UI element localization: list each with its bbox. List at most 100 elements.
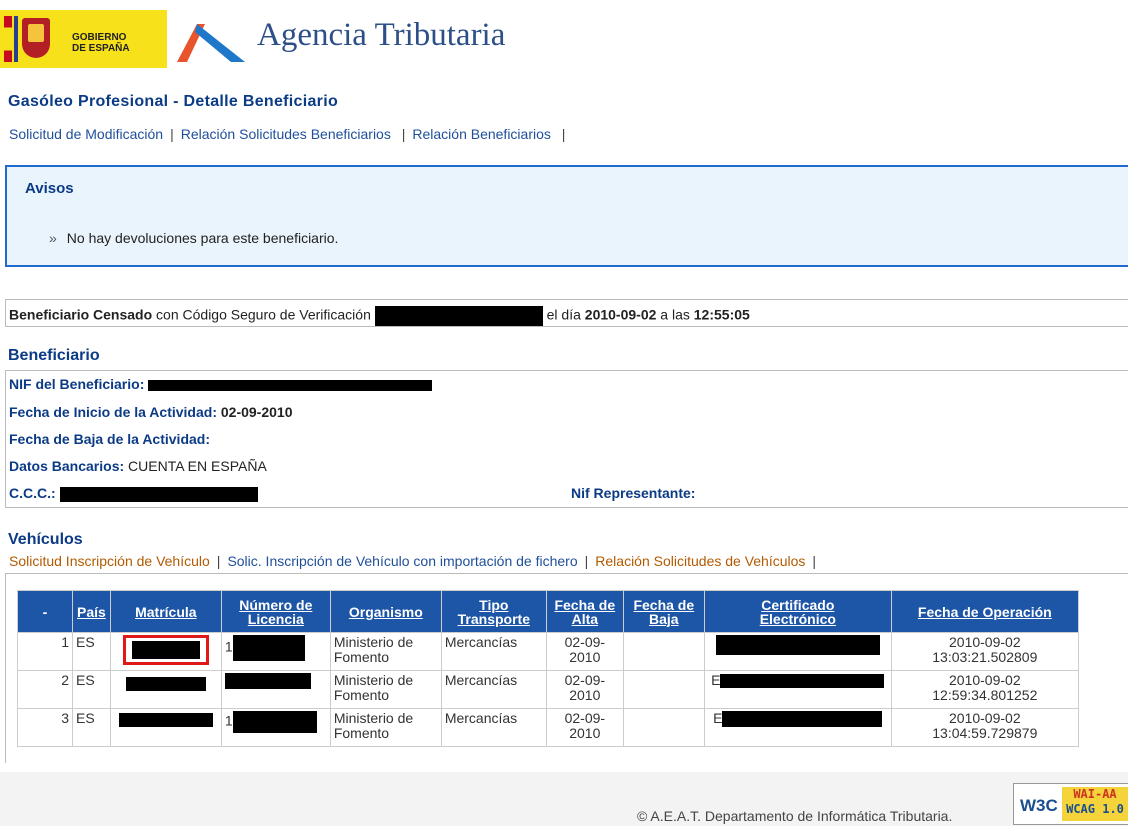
redacted-licencia bbox=[224, 673, 311, 690]
link-relacion-solicitudes-beneficiarios[interactable]: Relación Solicitudes Beneficiarios bbox=[181, 126, 391, 142]
organismo-line1: Ministerio de bbox=[333, 672, 414, 688]
redacted-matricula bbox=[131, 641, 200, 659]
redacted-certificado bbox=[722, 711, 883, 728]
cell-fecha-operacion: 2010-09-02 12:59:34.801252 bbox=[890, 670, 1079, 709]
link-solicitud-inscripcion-vehiculo[interactable]: Solicitud Inscripción de Vehículo bbox=[9, 553, 210, 569]
gov-line-2: DE ESPAÑA bbox=[72, 43, 130, 54]
agencia-tributaria-logo-icon[interactable] bbox=[175, 18, 247, 66]
link-solic-inscripcion-importacion[interactable]: Solic. Inscripción de Vehículo con impor… bbox=[227, 553, 577, 569]
alta-line2: 2010 bbox=[569, 649, 601, 665]
highlight-marker bbox=[122, 635, 209, 665]
nif-label: NIF del Beneficiario: bbox=[9, 376, 145, 392]
cell-tipo: Mercancías bbox=[440, 670, 547, 709]
cert-prefix: E bbox=[711, 672, 721, 688]
operacion-date: 2010-09-02 bbox=[949, 672, 1021, 688]
operacion-time: 12:59:34.801252 bbox=[932, 687, 1038, 703]
agency-title[interactable]: Agencia Tributaria bbox=[257, 17, 505, 54]
cell-certificado: E bbox=[703, 708, 892, 747]
col-fecha-baja[interactable]: Fecha de Baja bbox=[622, 590, 705, 633]
cell-certificado bbox=[703, 632, 892, 671]
cell-index: 1 bbox=[17, 632, 73, 671]
representante-field: Nif Representante: bbox=[571, 485, 695, 501]
wai-aa-badge[interactable]: W3C WAI-AA WCAG 1.0 bbox=[1013, 783, 1128, 825]
page-title: Gasóleo Profesional - Detalle Beneficiar… bbox=[8, 93, 339, 110]
cell-licencia: 1 bbox=[220, 708, 331, 747]
col-organismo[interactable]: Organismo bbox=[329, 590, 442, 633]
inicio-field: Fecha de Inicio de la Actividad: 02-09-2… bbox=[9, 404, 293, 420]
cert-prefix: E bbox=[713, 710, 723, 726]
alta-line1: 02-09- bbox=[564, 634, 606, 650]
redacted-licencia bbox=[232, 635, 305, 661]
col-cert-line2: Electrónico bbox=[759, 610, 836, 627]
alta-line1: 02-09- bbox=[564, 710, 606, 726]
separator: | bbox=[584, 553, 589, 569]
redacted-certificado bbox=[720, 674, 885, 689]
cell-matricula bbox=[109, 708, 222, 747]
cell-matricula bbox=[109, 670, 222, 709]
beneficiario-status: Beneficiario Censado con Código Seguro d… bbox=[5, 299, 1128, 327]
gobierno-text: GOBIERNO DE ESPAÑA bbox=[72, 32, 130, 54]
separator: | bbox=[170, 126, 174, 142]
col-fecha-alta[interactable]: Fecha de Alta bbox=[545, 590, 624, 633]
footer bbox=[0, 772, 1128, 826]
separator: | bbox=[216, 553, 221, 569]
link-relacion-solicitudes-vehiculos[interactable]: Relación Solicitudes de Vehículos bbox=[595, 553, 805, 569]
bancarios-field: Datos Bancarios: CUENTA EN ESPAÑA bbox=[9, 458, 267, 474]
col-pais[interactable]: País bbox=[72, 590, 111, 633]
baja-label: Fecha de Baja de la Actividad: bbox=[9, 431, 210, 447]
status-text-day: el día bbox=[546, 306, 581, 323]
redacted-ccc bbox=[59, 486, 258, 502]
cell-licencia: 1 bbox=[220, 632, 331, 671]
cell-organismo: Ministerio de Fomento bbox=[329, 670, 442, 709]
link-solicitud-modificacion[interactable]: Solicitud de Modificación bbox=[9, 126, 163, 142]
col-licencia-line2: Licencia bbox=[247, 610, 304, 627]
col-matricula[interactable]: Matrícula bbox=[109, 590, 222, 633]
nif-field: NIF del Beneficiario: bbox=[9, 376, 433, 392]
col-fecha-operacion[interactable]: Fecha de Operación bbox=[890, 590, 1079, 633]
flag-icon bbox=[4, 16, 12, 62]
cell-licencia bbox=[220, 670, 331, 709]
separator: | bbox=[812, 553, 817, 569]
operacion-date: 2010-09-02 bbox=[949, 634, 1021, 650]
cell-fecha-baja bbox=[622, 670, 705, 709]
status-text-csv: con Código Seguro de Verificación bbox=[156, 306, 371, 323]
organismo-line2: Fomento bbox=[333, 687, 390, 703]
status-date: 2010-09-02 bbox=[584, 306, 657, 323]
operacion-date: 2010-09-02 bbox=[949, 710, 1021, 726]
redacted-certificado bbox=[715, 635, 880, 655]
col-baja-line2: Baja bbox=[649, 610, 679, 627]
beneficiario-title: Beneficiario bbox=[8, 347, 100, 364]
cell-certificado: E bbox=[703, 670, 892, 709]
redacted-nif bbox=[148, 379, 433, 391]
top-links: Solicitud de Modificación | Relación Solic… bbox=[9, 126, 572, 142]
col-tipo-transporte[interactable]: Tipo Transporte bbox=[440, 590, 547, 633]
table-row: 1 ES 1 Ministerio de Fomento Mercancías 0… bbox=[17, 632, 1079, 671]
cell-fecha-alta: 02-09- 2010 bbox=[545, 632, 624, 671]
link-relacion-beneficiarios[interactable]: Relación Beneficiarios bbox=[412, 126, 551, 142]
status-state: Beneficiario Censado bbox=[9, 306, 153, 323]
gobierno-logo[interactable]: GOBIERNO DE ESPAÑA bbox=[0, 10, 167, 68]
cell-fecha-baja bbox=[622, 632, 705, 671]
redacted-matricula bbox=[118, 713, 213, 728]
separator: | bbox=[397, 126, 406, 142]
avisos-message-text: No hay devoluciones para este beneficiar… bbox=[66, 230, 339, 246]
alta-line2: 2010 bbox=[569, 725, 601, 741]
cell-tipo: Mercancías bbox=[440, 632, 547, 671]
col-certificado[interactable]: Certificado Electrónico bbox=[703, 590, 892, 633]
baja-field: Fecha de Baja de la Actividad: bbox=[9, 431, 210, 447]
status-text-at: a las bbox=[660, 306, 690, 323]
cell-index: 3 bbox=[17, 708, 73, 747]
alta-line2: 2010 bbox=[569, 687, 601, 703]
wcag-text: WCAG 1.0 bbox=[1066, 802, 1124, 816]
cell-fecha-operacion: 2010-09-02 13:03:21.502809 bbox=[890, 632, 1079, 671]
cell-fecha-alta: 02-09- 2010 bbox=[545, 670, 624, 709]
col-index: - bbox=[17, 590, 73, 633]
bullet-icon: » bbox=[49, 230, 57, 246]
cell-fecha-alta: 02-09- 2010 bbox=[545, 708, 624, 747]
col-alta-line2: Alta bbox=[571, 610, 599, 627]
redacted-licencia bbox=[232, 711, 317, 733]
col-licencia[interactable]: Número de Licencia bbox=[220, 590, 331, 633]
cell-organismo: Ministerio de Fomento bbox=[329, 708, 442, 747]
bancarios-value: CUENTA EN ESPAÑA bbox=[128, 458, 267, 474]
licencia-prefix: 1 bbox=[224, 712, 233, 729]
